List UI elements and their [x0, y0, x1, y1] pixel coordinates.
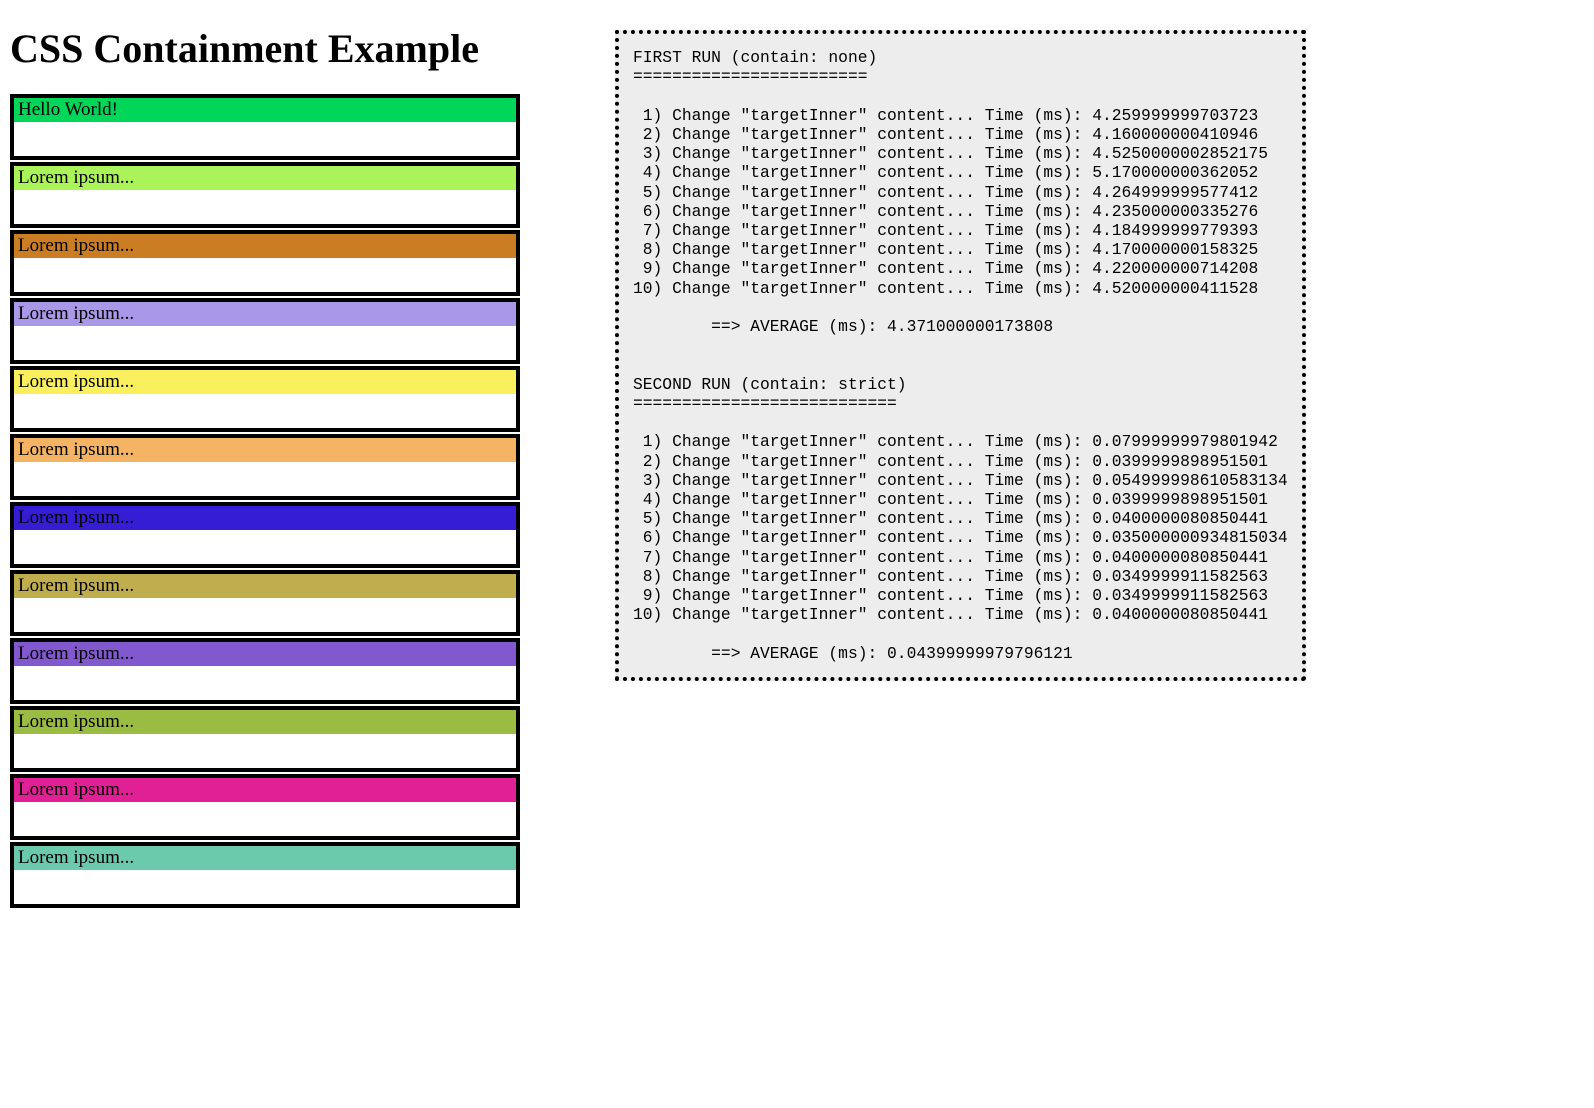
card: Lorem ipsum...	[10, 774, 520, 840]
card-label: Lorem ipsum...	[14, 302, 516, 326]
card-label: Lorem ipsum...	[14, 642, 516, 666]
card-label: Lorem ipsum...	[14, 506, 516, 530]
card: Lorem ipsum...	[10, 230, 520, 296]
left-column: CSS Containment Example Hello World! Lore…	[10, 10, 520, 910]
card: Lorem ipsum...	[10, 162, 520, 228]
card: Lorem ipsum...	[10, 638, 520, 704]
card-label: Lorem ipsum...	[14, 778, 516, 802]
page-title: CSS Containment Example	[10, 25, 520, 72]
right-column: FIRST RUN (contain: none) ==============…	[615, 10, 1306, 910]
card-label: Lorem ipsum...	[14, 710, 516, 734]
card: Lorem ipsum...	[10, 706, 520, 772]
benchmark-log: FIRST RUN (contain: none) ==============…	[615, 30, 1306, 681]
card: Lorem ipsum...	[10, 366, 520, 432]
card-body	[14, 462, 516, 496]
card-body	[14, 734, 516, 768]
cards-container: Hello World! Lorem ipsum... Lorem ipsum...…	[10, 94, 520, 908]
card-body	[14, 190, 516, 224]
card: Lorem ipsum...	[10, 298, 520, 364]
card: Lorem ipsum...	[10, 434, 520, 500]
card-body	[14, 666, 516, 700]
card-body	[14, 326, 516, 360]
card: Hello World!	[10, 94, 520, 160]
card-label: Lorem ipsum...	[14, 438, 516, 462]
card-label: Hello World!	[14, 98, 516, 122]
card-body	[14, 258, 516, 292]
card-label: Lorem ipsum...	[14, 370, 516, 394]
card-body	[14, 394, 516, 428]
card-body	[14, 122, 516, 156]
card: Lorem ipsum...	[10, 570, 520, 636]
card-body	[14, 802, 516, 836]
card-body	[14, 598, 516, 632]
card: Lorem ipsum...	[10, 502, 520, 568]
card-body	[14, 870, 516, 904]
card-body	[14, 530, 516, 564]
card-label: Lorem ipsum...	[14, 574, 516, 598]
card-label: Lorem ipsum...	[14, 234, 516, 258]
card: Lorem ipsum...	[10, 842, 520, 908]
card-label: Lorem ipsum...	[14, 166, 516, 190]
card-label: Lorem ipsum...	[14, 846, 516, 870]
